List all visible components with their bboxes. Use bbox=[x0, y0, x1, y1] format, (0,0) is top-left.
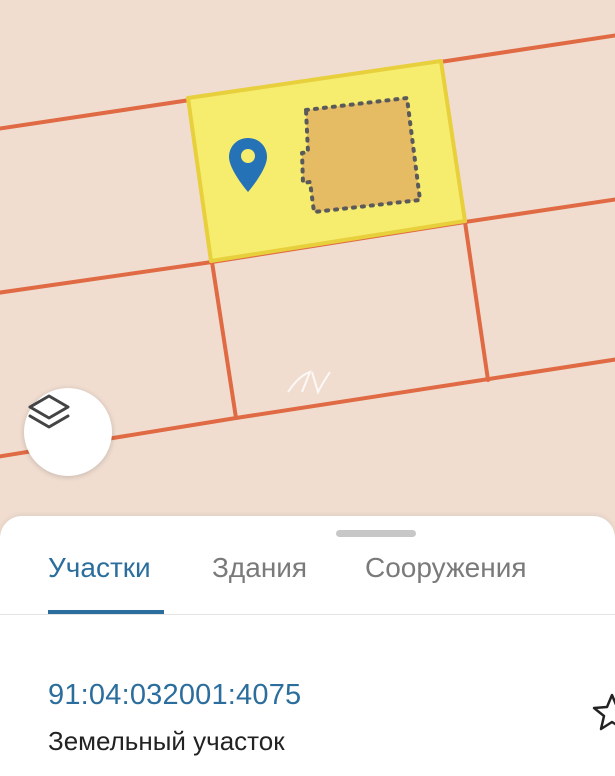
map-pin-icon[interactable] bbox=[227, 136, 269, 194]
map-view[interactable] bbox=[0, 0, 615, 560]
tab-buildings[interactable]: Здания bbox=[212, 552, 307, 584]
boundary-line bbox=[438, 33, 615, 64]
building-footprint bbox=[300, 96, 422, 214]
tab-bar: Участки Здания Сооружения bbox=[0, 516, 615, 615]
boundary-line bbox=[210, 260, 238, 420]
watermark-mark bbox=[287, 370, 331, 395]
boundary-line bbox=[234, 357, 615, 420]
boundary-line bbox=[463, 220, 490, 382]
map-canvas bbox=[0, 33, 615, 459]
layers-icon bbox=[28, 394, 70, 429]
boundary-line bbox=[0, 260, 214, 295]
tab-structures[interactable]: Сооружения bbox=[365, 552, 527, 584]
parcel-type-label: Земельный участок bbox=[48, 726, 285, 756]
boundary-line bbox=[463, 197, 615, 224]
layers-button[interactable] bbox=[24, 388, 112, 476]
cadastral-number[interactable]: 91:04:032001:4075 bbox=[48, 679, 301, 712]
bottom-sheet[interactable]: Участки Здания Сооружения 91:04:032001:4… bbox=[0, 516, 615, 776]
tab-parcels[interactable]: Участки bbox=[48, 552, 151, 584]
star-icon[interactable] bbox=[592, 692, 615, 732]
active-tab-indicator bbox=[48, 610, 164, 614]
boundary-line bbox=[0, 98, 192, 131]
